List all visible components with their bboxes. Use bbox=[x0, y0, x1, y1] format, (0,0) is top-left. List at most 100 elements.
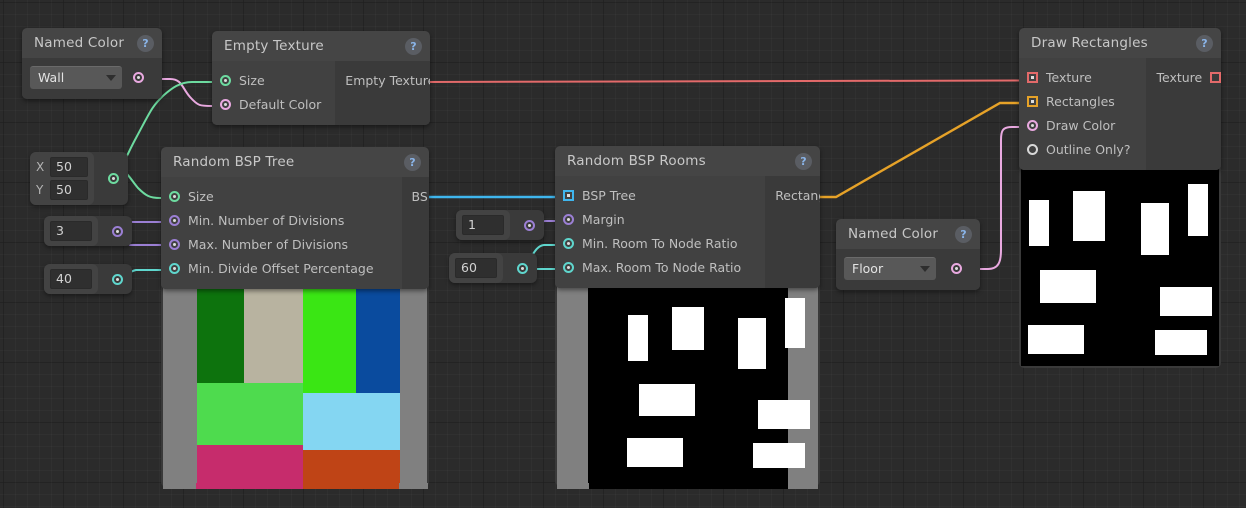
chevron-down-icon bbox=[106, 74, 116, 81]
preview-room bbox=[1028, 325, 1084, 354]
port-empty-texture-default-color[interactable]: Default Color bbox=[220, 92, 321, 116]
node-header[interactable]: Named Color ? bbox=[836, 219, 980, 249]
node-title: Named Color bbox=[34, 35, 125, 51]
divisions-fields: 3 bbox=[44, 216, 98, 246]
port-bsp-rooms-margin[interactable]: Margin bbox=[563, 207, 741, 231]
help-icon[interactable]: ? bbox=[795, 152, 812, 170]
node-header[interactable]: Random BSP Rooms ? bbox=[555, 146, 820, 176]
port-bsp-tree-min-divide-offset[interactable]: Min. Divide Offset Percentage bbox=[169, 256, 374, 280]
port-named-color-floor-out[interactable] bbox=[951, 263, 962, 274]
port-label: Outline Only? bbox=[1046, 141, 1131, 157]
port-bsp-tree-size[interactable]: Size bbox=[169, 184, 374, 208]
port-dot-icon[interactable] bbox=[220, 98, 231, 110]
size-x-field[interactable]: X 50 bbox=[36, 157, 88, 177]
help-icon[interactable]: ? bbox=[405, 37, 422, 55]
offset-field[interactable]: 40 bbox=[50, 269, 92, 289]
port-dot-icon[interactable] bbox=[169, 214, 180, 226]
port-margin-out[interactable] bbox=[524, 219, 535, 231]
port-draw-rect-rectangles[interactable]: Rectangles bbox=[1027, 89, 1130, 113]
preview-cell bbox=[356, 281, 400, 393]
port-bsp-rooms-out[interactable]: Rectangles bbox=[775, 183, 820, 207]
bsp-tree-preview-bottom-band bbox=[303, 483, 399, 489]
node-title: Draw Rectangles bbox=[1031, 35, 1148, 51]
help-icon[interactable]: ? bbox=[1196, 34, 1213, 52]
preview-room bbox=[1029, 200, 1049, 246]
port-draw-rect-draw-color[interactable]: Draw Color bbox=[1027, 113, 1130, 137]
port-label: Size bbox=[239, 72, 265, 88]
port-square-icon[interactable] bbox=[563, 189, 574, 201]
offset-input[interactable]: 40 bbox=[50, 269, 92, 289]
port-bsp-tree-out[interactable]: BSP Tree bbox=[412, 184, 429, 208]
port-dot-icon[interactable] bbox=[563, 213, 574, 225]
divisions-input[interactable]: 3 bbox=[50, 221, 92, 241]
help-icon[interactable]: ? bbox=[404, 153, 421, 171]
margin-field[interactable]: 1 bbox=[462, 215, 504, 235]
size-xy-out-wrap bbox=[94, 173, 128, 184]
port-bsp-rooms-min-ratio[interactable]: Min. Room To Node Ratio bbox=[563, 231, 741, 255]
node-random-bsp-rooms[interactable]: Random BSP Rooms ? BSP Tree Margin Min. … bbox=[555, 146, 820, 288]
preview-room bbox=[628, 315, 648, 361]
port-empty-texture-size[interactable]: Size bbox=[220, 68, 321, 92]
margin-input[interactable]: 1 bbox=[462, 215, 504, 235]
value-node-offset-percentage[interactable]: 40 bbox=[44, 264, 132, 294]
port-dot-icon[interactable] bbox=[563, 237, 574, 249]
node-header[interactable]: Random BSP Tree ? bbox=[161, 147, 429, 177]
node-header[interactable]: Empty Texture ? bbox=[212, 31, 430, 61]
port-dot-icon[interactable] bbox=[563, 261, 574, 273]
node-graph-canvas[interactable]: Named Color ? Wall Empty Texture ? Size bbox=[0, 0, 1246, 508]
node-draw-rectangles[interactable]: Draw Rectangles ? Texture Rectangles Dra… bbox=[1019, 28, 1221, 170]
port-dot-icon[interactable] bbox=[220, 74, 231, 86]
named-color-wall-select[interactable]: Wall bbox=[30, 66, 122, 89]
node-named-color-wall[interactable]: Named Color ? Wall bbox=[22, 28, 162, 99]
room-ratio-field[interactable]: 60 bbox=[455, 258, 497, 278]
room-ratio-out-wrap bbox=[503, 262, 537, 274]
port-draw-rect-texture[interactable]: Texture bbox=[1027, 65, 1130, 89]
port-bsp-rooms-tree-in[interactable]: BSP Tree bbox=[563, 183, 741, 207]
bsp-tree-color-preview bbox=[163, 281, 427, 483]
port-room-ratio-out[interactable] bbox=[517, 262, 528, 274]
port-draw-rect-out[interactable]: Texture bbox=[1156, 65, 1221, 89]
port-square-icon[interactable] bbox=[1027, 71, 1038, 83]
node-body: Floor bbox=[836, 249, 980, 290]
value-node-room-ratio[interactable]: 60 bbox=[449, 253, 537, 283]
port-size-xy-out[interactable] bbox=[108, 173, 119, 184]
port-square-hollow-icon[interactable] bbox=[1210, 71, 1221, 83]
node-header[interactable]: Named Color ? bbox=[22, 28, 162, 58]
room-ratio-input[interactable]: 60 bbox=[455, 258, 497, 278]
port-dot-icon[interactable] bbox=[1027, 119, 1038, 131]
port-offset-out[interactable] bbox=[112, 273, 123, 285]
node-random-bsp-tree[interactable]: Random BSP Tree ? Size Min. Number of Di… bbox=[161, 147, 429, 289]
port-label: Default Color bbox=[239, 96, 322, 112]
help-icon[interactable]: ? bbox=[955, 225, 972, 243]
value-node-margin[interactable]: 1 bbox=[456, 210, 544, 240]
offset-out-wrap bbox=[98, 273, 132, 285]
preview-room bbox=[758, 400, 810, 429]
size-y-input[interactable]: 50 bbox=[50, 180, 88, 200]
port-spacer bbox=[345, 92, 430, 116]
port-label: Empty Texture bbox=[345, 72, 430, 88]
divisions-field[interactable]: 3 bbox=[50, 221, 92, 241]
size-y-field[interactable]: Y 50 bbox=[36, 180, 88, 200]
node-title: Named Color bbox=[848, 226, 939, 242]
help-icon[interactable]: ? bbox=[137, 34, 154, 52]
port-dot-icon[interactable] bbox=[169, 262, 180, 274]
port-draw-rect-outline-only[interactable]: Outline Only? bbox=[1027, 137, 1130, 161]
port-label: Margin bbox=[582, 211, 625, 227]
node-empty-texture[interactable]: Empty Texture ? Size Default Color Empty… bbox=[212, 31, 430, 125]
node-header[interactable]: Draw Rectangles ? bbox=[1019, 28, 1221, 58]
port-named-color-wall-out[interactable] bbox=[133, 72, 144, 83]
port-square-icon[interactable] bbox=[1027, 95, 1038, 107]
node-named-color-floor[interactable]: Named Color ? Floor bbox=[836, 219, 980, 290]
value-node-size-xy[interactable]: X 50 Y 50 bbox=[30, 152, 128, 205]
port-dot-hollow-icon[interactable] bbox=[1027, 143, 1038, 155]
port-dot-icon[interactable] bbox=[169, 190, 180, 202]
port-dot-icon[interactable] bbox=[169, 238, 180, 250]
value-node-divisions[interactable]: 3 bbox=[44, 216, 132, 246]
named-color-floor-select[interactable]: Floor bbox=[844, 257, 936, 280]
port-empty-texture-out[interactable]: Empty Texture bbox=[345, 68, 430, 92]
port-bsp-tree-max-divisions[interactable]: Max. Number of Divisions bbox=[169, 232, 374, 256]
size-x-input[interactable]: 50 bbox=[50, 157, 88, 177]
port-bsp-tree-min-divisions[interactable]: Min. Number of Divisions bbox=[169, 208, 374, 232]
port-bsp-rooms-max-ratio[interactable]: Max. Room To Node Ratio bbox=[563, 255, 741, 279]
port-divisions-out[interactable] bbox=[112, 225, 123, 237]
